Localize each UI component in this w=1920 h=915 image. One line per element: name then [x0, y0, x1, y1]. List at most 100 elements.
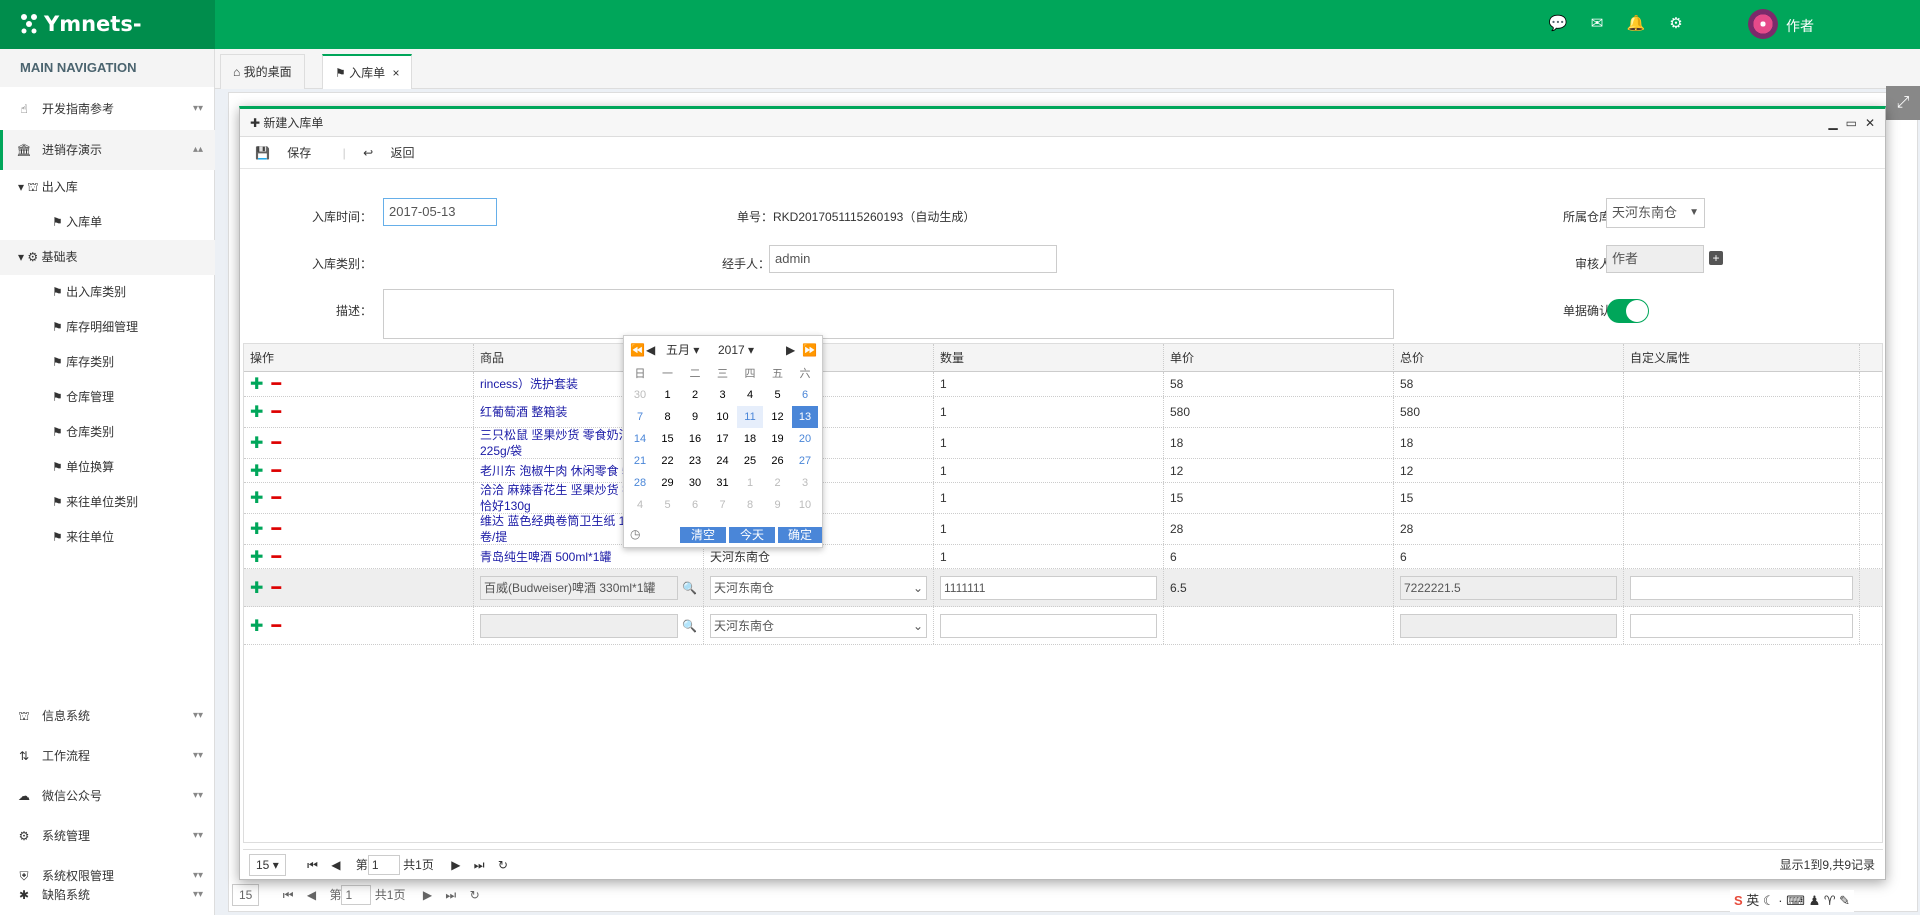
- day-cell[interactable]: 28: [627, 472, 653, 494]
- remove-row-icon[interactable]: ━: [271, 519, 281, 539]
- qty-input[interactable]: 1111111: [940, 575, 1157, 600]
- sidebar-item-unit-convert[interactable]: ⚑ 单位换算: [0, 450, 215, 485]
- day-cell[interactable]: 8: [737, 494, 763, 516]
- day-cell[interactable]: 24: [710, 450, 736, 472]
- avatar[interactable]: [1748, 9, 1778, 39]
- dot-icon[interactable]: ·: [1778, 893, 1782, 908]
- day-cell[interactable]: 2: [682, 384, 708, 406]
- add-row-icon[interactable]: ✚: [250, 433, 263, 453]
- shirt-icon[interactable]: ♈: [1824, 893, 1836, 908]
- close-icon[interactable]: ✕: [1865, 116, 1875, 130]
- next-year-icon[interactable]: ⏩: [802, 340, 817, 360]
- day-cell[interactable]: 15: [655, 428, 681, 450]
- day-cell[interactable]: 25: [737, 450, 763, 472]
- prev-year-icon[interactable]: ⏪: [630, 340, 645, 360]
- warehouse-select[interactable]: 天河东南仓 ▼: [1606, 198, 1705, 228]
- day-cell[interactable]: 20: [792, 428, 818, 450]
- search-icon[interactable]: 🔍: [682, 581, 697, 595]
- add-row-icon[interactable]: ✚: [250, 616, 263, 636]
- day-cell[interactable]: 6: [792, 384, 818, 406]
- person-icon[interactable]: ♟: [1809, 893, 1821, 908]
- expand-icon[interactable]: ⤢: [1886, 86, 1920, 120]
- handler-input[interactable]: admin: [769, 245, 1057, 273]
- day-cell[interactable]: 13: [792, 406, 818, 428]
- sidebar-item-info[interactable]: ⛫ 信息系统 ▾▾: [0, 696, 215, 736]
- day-cell[interactable]: 18: [737, 428, 763, 450]
- sidebar-item-bug[interactable]: ✱ 缺陷系统 ▾▾: [0, 875, 215, 915]
- sidebar-item-stock-type[interactable]: ⚑ 库存类别: [0, 345, 215, 380]
- search-icon[interactable]: 🔍: [682, 619, 697, 633]
- day-cell[interactable]: 27: [792, 450, 818, 472]
- envelope-icon[interactable]: ✉: [1587, 14, 1607, 34]
- day-cell[interactable]: 7: [710, 494, 736, 516]
- time-input[interactable]: 2017-05-13: [383, 198, 497, 226]
- day-cell[interactable]: 30: [627, 384, 653, 406]
- bg-page-size[interactable]: 15: [232, 884, 260, 906]
- product-input[interactable]: [480, 613, 679, 638]
- day-cell[interactable]: 3: [710, 384, 736, 406]
- day-cell[interactable]: 4: [737, 384, 763, 406]
- day-cell[interactable]: 9: [682, 406, 708, 428]
- year-select[interactable]: 2017 ▾: [718, 340, 754, 360]
- day-cell[interactable]: 5: [655, 494, 681, 516]
- add-auditor-icon[interactable]: +: [1709, 251, 1723, 265]
- remove-row-icon[interactable]: ━: [271, 616, 281, 636]
- page-input[interactable]: 1: [367, 855, 400, 875]
- month-select[interactable]: 五月 ▾: [666, 340, 699, 360]
- remove-row-icon[interactable]: ━: [271, 461, 281, 481]
- tab-inbound[interactable]: ⚑ 入库单 ×: [322, 54, 413, 89]
- day-cell[interactable]: 2: [765, 472, 791, 494]
- day-cell[interactable]: 16: [682, 428, 708, 450]
- qty-input[interactable]: [940, 613, 1157, 638]
- day-cell[interactable]: 17: [710, 428, 736, 450]
- back-button[interactable]: ↩ 返回: [363, 146, 428, 160]
- minimize-icon[interactable]: ▁: [1828, 116, 1837, 130]
- sidebar-item-inout-type[interactable]: ⚑ 出入库类别: [0, 275, 215, 310]
- day-cell[interactable]: 4: [627, 494, 653, 516]
- remove-row-icon[interactable]: ━: [271, 547, 281, 567]
- sidebar-item-dev-guide[interactable]: ☝ 开发指南参考 ▾▾: [0, 89, 215, 129]
- day-cell[interactable]: 19: [765, 428, 791, 450]
- sidebar-item-partner[interactable]: ⚑ 来往单位: [0, 520, 215, 555]
- day-cell[interactable]: 10: [792, 494, 818, 516]
- save-button[interactable]: 💾 保存: [255, 146, 325, 160]
- prev-page-icon[interactable]: ◀: [331, 858, 340, 872]
- day-cell[interactable]: 1: [737, 472, 763, 494]
- sidebar-group-inout[interactable]: ▾ ⛫ 出入库: [0, 170, 215, 205]
- sidebar-group-basic[interactable]: ▾ ⚙ 基础表: [0, 240, 215, 275]
- bg-first-page-icon[interactable]: ⏮: [283, 888, 294, 902]
- sidebar-item-wechat[interactable]: ☁ 微信公众号 ▾▾: [0, 776, 215, 816]
- remove-row-icon[interactable]: ━: [271, 488, 281, 508]
- remove-row-icon[interactable]: ━: [271, 402, 281, 422]
- ime-indicator[interactable]: 英: [1746, 893, 1759, 908]
- tab-desktop[interactable]: ⌂ 我的桌面: [220, 54, 305, 89]
- app-logo[interactable]: Ymnets-Admin: [0, 0, 215, 85]
- sidebar-item-warehouse-type[interactable]: ⚑ 仓库类别: [0, 415, 215, 450]
- confirm-toggle[interactable]: [1607, 299, 1649, 323]
- day-cell[interactable]: 23: [682, 450, 708, 472]
- product-cell[interactable]: 青岛纯生啤酒 500ml*1罐: [474, 545, 704, 568]
- warehouse-select[interactable]: 天河东南仓 ⌄: [710, 575, 927, 600]
- day-cell[interactable]: 7: [627, 406, 653, 428]
- product-input[interactable]: 百威(Budweiser)啤酒 330ml*1罐: [480, 575, 679, 600]
- product-cell-text[interactable]: rincess）洗护套装: [480, 376, 578, 392]
- add-row-icon[interactable]: ✚: [250, 519, 263, 539]
- product-cell-text[interactable]: 红葡萄酒 整箱装: [480, 404, 567, 420]
- add-row-icon[interactable]: ✚: [250, 578, 263, 598]
- page-size-select[interactable]: 15 ▾: [249, 854, 286, 876]
- day-cell[interactable]: 21: [627, 450, 653, 472]
- refresh-icon[interactable]: ↻: [498, 858, 508, 872]
- day-cell[interactable]: 1: [655, 384, 681, 406]
- add-row-icon[interactable]: ✚: [250, 547, 263, 567]
- bg-prev-page-icon[interactable]: ◀: [307, 888, 316, 902]
- day-cell[interactable]: 3: [792, 472, 818, 494]
- day-cell[interactable]: 22: [655, 450, 681, 472]
- add-row-icon[interactable]: ✚: [250, 488, 263, 508]
- sidebar-item-system[interactable]: ⚙ 系统管理 ▾▾: [0, 816, 215, 856]
- sidebar-item-inbound[interactable]: ⚑ 入库单: [0, 205, 215, 240]
- bg-page-input[interactable]: 1: [341, 885, 372, 905]
- next-page-icon[interactable]: ▶: [451, 858, 460, 872]
- user-name[interactable]: 作者: [1786, 16, 1814, 36]
- today-button[interactable]: 今天: [729, 527, 775, 543]
- custom-input[interactable]: [1630, 613, 1853, 638]
